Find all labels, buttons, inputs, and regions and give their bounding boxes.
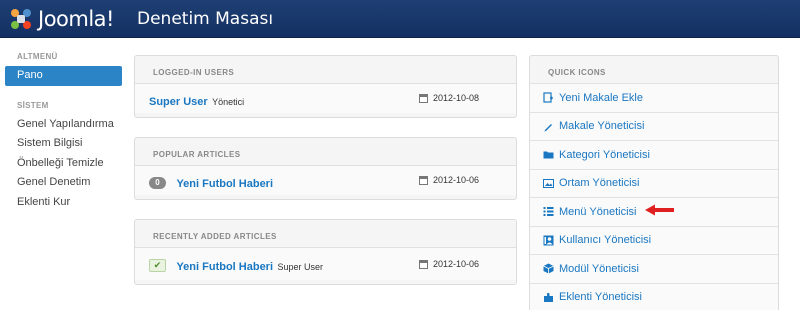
sidebar-item-global-config[interactable]: Genel Yapılandırma (0, 115, 122, 135)
folder-icon (543, 149, 554, 160)
pencil-icon (543, 121, 554, 132)
calendar-icon (419, 175, 428, 185)
login-date: 2012-10-08 (419, 93, 479, 103)
new-article-icon (543, 92, 554, 103)
top-header: Joomla! Denetim Masası (0, 0, 800, 38)
sidebar-item-pano[interactable]: Pano (5, 66, 122, 86)
page-title: Denetim Masası (137, 9, 274, 29)
user-role: Yönetici (212, 97, 245, 107)
quick-icon-category-manager[interactable]: Kategori Yöneticisi (530, 140, 778, 169)
quick-icon-media-manager[interactable]: Ortam Yöneticisi (530, 168, 778, 197)
image-icon (543, 178, 554, 189)
article-date: 2012-10-06 (419, 259, 479, 269)
joomla-logo[interactable]: Joomla! (8, 6, 114, 32)
panel-title: LOGGED-IN USERS (135, 56, 516, 84)
article-link[interactable]: Yeni Futbol Haberi (176, 178, 273, 190)
quick-icon-plugin-manager[interactable]: Eklenti Yöneticisi (530, 282, 778, 310)
popular-articles-panel: POPULAR ARTICLES 0 Yeni Futbol Haberi 20… (134, 137, 517, 200)
list-icon (543, 206, 554, 217)
sidebar: ALTMENÜ Pano SİSTEM Genel Yapılandırma S… (0, 52, 122, 212)
article-author: Super User (277, 262, 324, 272)
quick-icon-new-article[interactable]: Yeni Makale Ekle (530, 83, 778, 112)
sidebar-item-install-extension[interactable]: Eklenti Kur (0, 193, 122, 213)
hits-badge: 0 (149, 176, 166, 189)
published-check-icon[interactable]: ✔ (149, 259, 166, 273)
article-link[interactable]: Yeni Futbol Haberi (176, 261, 273, 273)
recent-articles-panel: RECENTLY ADDED ARTICLES ✔ Yeni Futbol Ha… (134, 219, 517, 285)
sidebar-item-global-checkin[interactable]: Genel Denetim (0, 173, 122, 193)
brand-name: Joomla! (38, 7, 114, 31)
sidebar-item-clear-cache[interactable]: Önbelleği Temizle (0, 154, 122, 174)
sidebar-item-system-info[interactable]: Sistem Bilgisi (0, 134, 122, 154)
puzzle-icon (543, 292, 554, 303)
red-arrow-annotation (645, 204, 674, 216)
joomla-logo-icon (11, 9, 31, 29)
list-item: Super User Yönetici 2012-10-08 (135, 84, 516, 113)
quick-icon-article-manager[interactable]: Makale Yöneticisi (530, 111, 778, 140)
sidebar-heading-system: SİSTEM (17, 100, 49, 110)
user-link[interactable]: Super User (149, 96, 208, 108)
article-date: 2012-10-06 (419, 175, 479, 185)
quick-icons-panel: QUICK ICONS Yeni Makale Ekle Makale Yöne… (529, 55, 779, 310)
calendar-icon (419, 259, 428, 269)
panel-title: RECENTLY ADDED ARTICLES (135, 220, 516, 248)
user-icon (543, 235, 554, 246)
panel-title: QUICK ICONS (548, 68, 606, 77)
logged-in-users-panel: LOGGED-IN USERS Super User Yönetici 2012… (134, 55, 517, 118)
list-item: ✔ Yeni Futbol Haberi Super User 2012-10-… (135, 248, 516, 280)
sidebar-heading-submenu: ALTMENÜ (17, 52, 58, 61)
calendar-icon (419, 93, 428, 103)
quick-icon-user-manager[interactable]: Kullanıcı Yöneticisi (530, 225, 778, 254)
list-item: 0 Yeni Futbol Haberi 2012-10-06 (135, 166, 516, 195)
panel-title: POPULAR ARTICLES (135, 138, 516, 166)
quick-icon-module-manager[interactable]: Modül Yöneticisi (530, 254, 778, 283)
cube-icon (543, 263, 554, 274)
